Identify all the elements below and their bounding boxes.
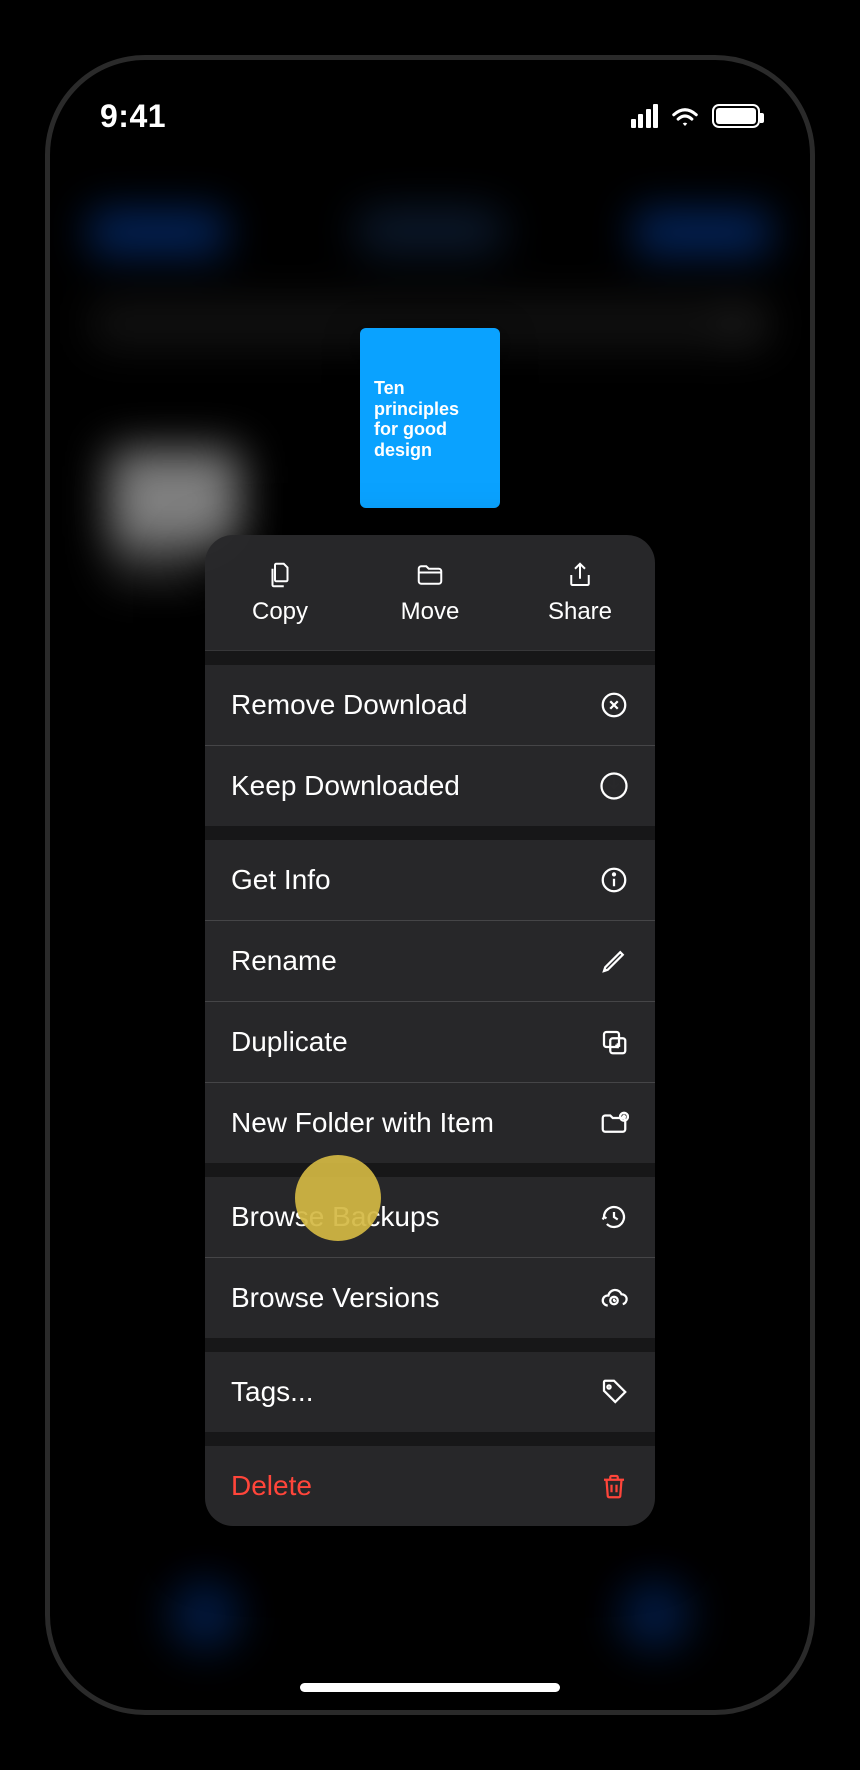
remove-circle-icon (599, 690, 629, 720)
remove-download-item[interactable]: Remove Download (205, 665, 655, 745)
delete-item[interactable]: Delete (205, 1446, 655, 1526)
move-button[interactable]: Move (355, 535, 505, 650)
clock-arrow-icon (599, 1202, 629, 1232)
file-thumbnail[interactable]: Ten principles for good design (360, 328, 500, 508)
context-menu: Copy Move Share Remove Download (205, 535, 655, 1526)
tag-icon (599, 1377, 629, 1407)
phone-frame: 9:41 Ten principles for good design (45, 55, 815, 1715)
wifi-icon (670, 104, 700, 128)
trash-icon (599, 1471, 629, 1501)
copy-docs-icon (265, 560, 295, 590)
menu-item-label: New Folder with Item (231, 1107, 494, 1139)
pencil-icon (599, 946, 629, 976)
download-circle-icon (599, 771, 629, 801)
menu-item-label: Keep Downloaded (231, 770, 460, 802)
copy-label: Copy (252, 598, 308, 626)
menu-item-label: Duplicate (231, 1026, 348, 1058)
file-title-line: Ten (374, 378, 405, 398)
browse-versions-item[interactable]: Browse Versions (205, 1257, 655, 1338)
keep-downloaded-item[interactable]: Keep Downloaded (205, 745, 655, 826)
tags-item[interactable]: Tags... (205, 1352, 655, 1432)
home-indicator[interactable] (300, 1683, 560, 1692)
file-title-line: for good (374, 419, 447, 439)
menu-item-label: Remove Download (231, 689, 468, 721)
new-folder-item[interactable]: New Folder with Item (205, 1082, 655, 1163)
touch-indicator (295, 1155, 381, 1241)
info-icon (599, 865, 629, 895)
file-title-line: principles (374, 399, 459, 419)
cellular-signal-icon (631, 104, 659, 128)
copy-button[interactable]: Copy (205, 535, 355, 650)
share-label: Share (548, 598, 612, 626)
context-menu-top-row: Copy Move Share (205, 535, 655, 651)
browse-backups-item[interactable]: Browse Backups (205, 1177, 655, 1257)
menu-item-label: Rename (231, 945, 337, 977)
status-icons (631, 104, 761, 128)
menu-item-label: Tags... (231, 1376, 313, 1408)
status-time: 9:41 (100, 98, 166, 135)
share-icon (565, 560, 595, 590)
menu-item-label: Browse Versions (231, 1282, 440, 1314)
file-title-line: design (374, 440, 432, 460)
move-label: Move (401, 598, 460, 626)
status-bar: 9:41 (50, 94, 810, 138)
share-button[interactable]: Share (505, 535, 655, 650)
folder-icon (415, 560, 445, 590)
folder-plus-icon (599, 1108, 629, 1138)
get-info-item[interactable]: Get Info (205, 840, 655, 920)
cloud-clock-icon (599, 1283, 629, 1313)
duplicate-item[interactable]: Duplicate (205, 1001, 655, 1082)
menu-item-label: Delete (231, 1470, 312, 1502)
duplicate-icon (599, 1027, 629, 1057)
rename-item[interactable]: Rename (205, 920, 655, 1001)
battery-icon (712, 104, 760, 128)
menu-item-label: Get Info (231, 864, 331, 896)
